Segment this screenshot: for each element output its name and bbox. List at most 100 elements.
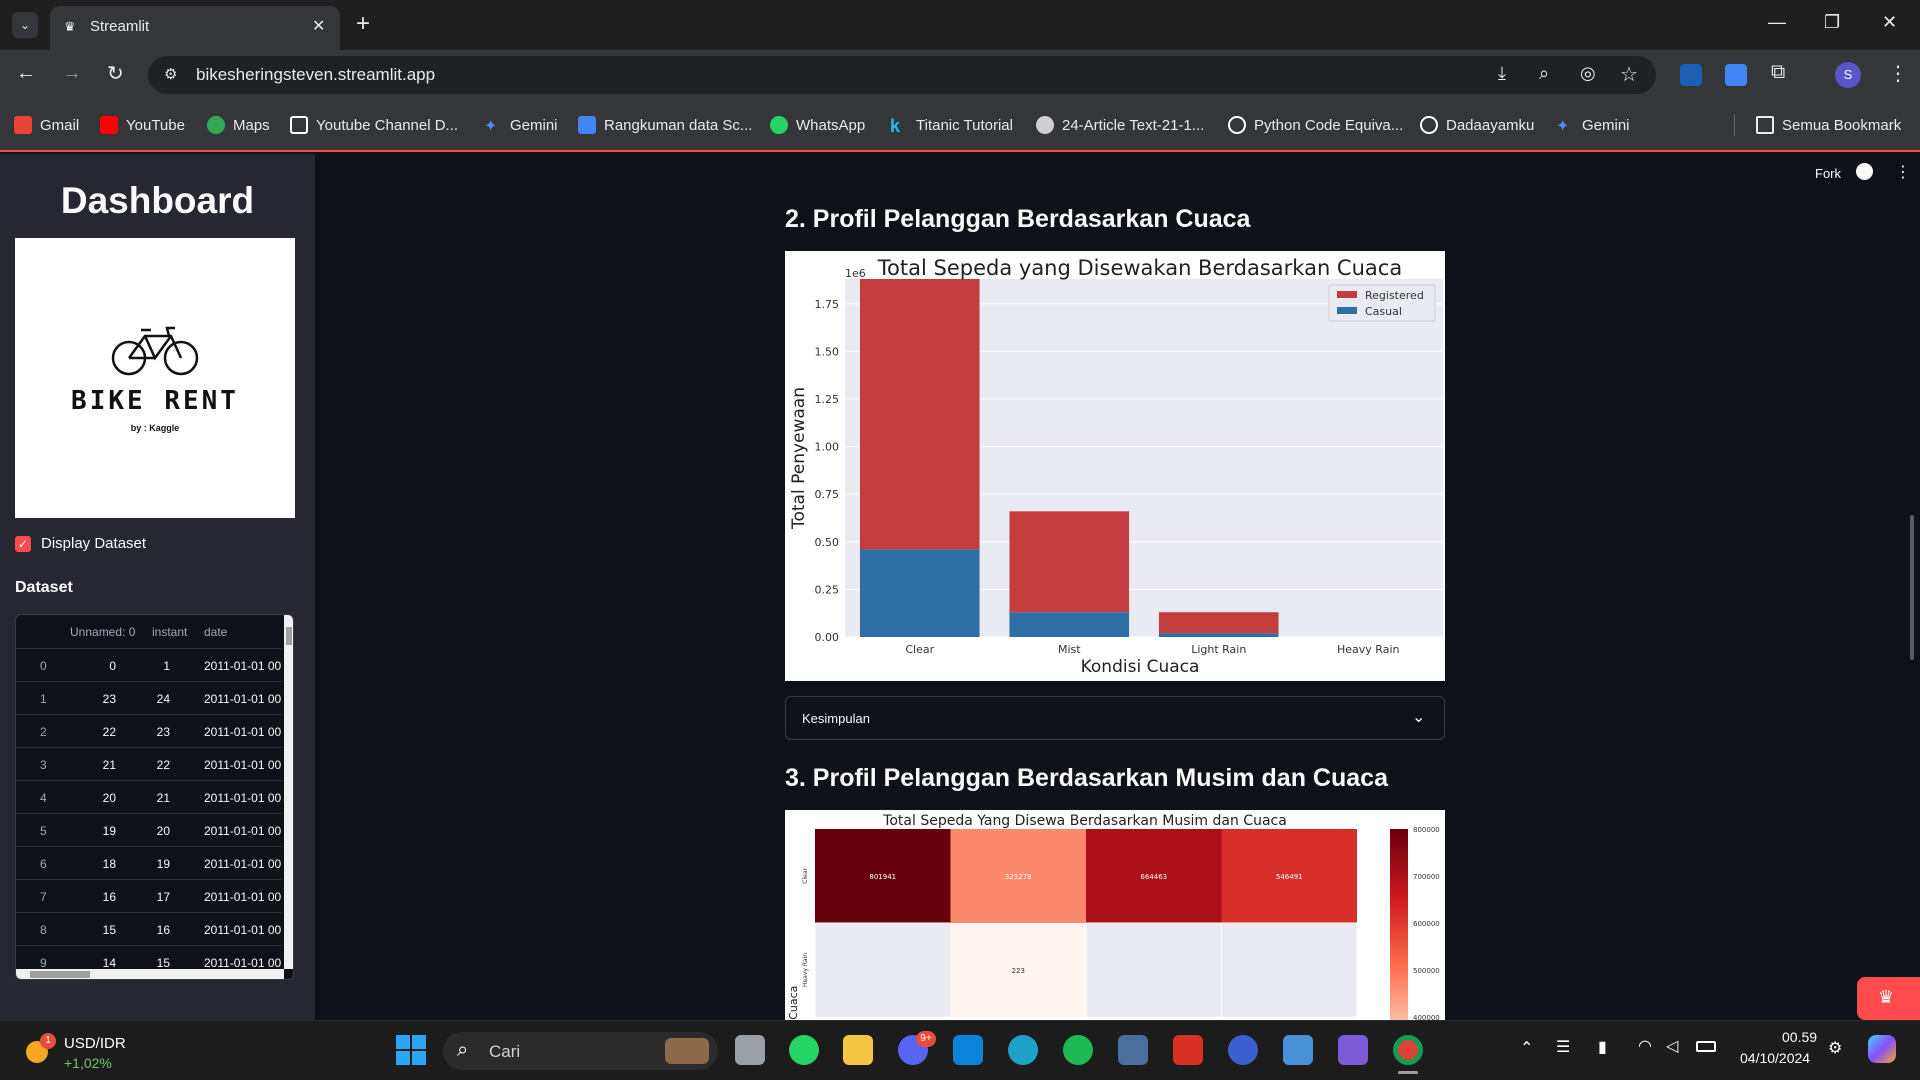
table-row[interactable]: 4 20 21 2011-01-01 00 <box>16 781 282 814</box>
minimize-icon[interactable]: — <box>1768 12 1786 33</box>
battery-icon[interactable] <box>1696 1041 1716 1052</box>
bookmark-rangkuman[interactable]: Rangkuman data Sc... <box>578 114 752 136</box>
weather-bar-chart: 0.00 0.25 0.50 0.75 1.00 1.25 1.50 1.75 Clear Mis… <box>785 251 1445 681</box>
back-icon[interactable]: ← <box>16 62 36 85</box>
streamlit-manage-app-button[interactable]: ♛ <box>1857 977 1920 1020</box>
site-info-icon[interactable]: ⚙ <box>164 65 177 83</box>
extension-icon-1[interactable] <box>1680 64 1702 86</box>
table-row[interactable]: 2 22 23 2011-01-01 00 <box>16 715 282 748</box>
new-tab-button[interactable]: + <box>356 10 370 38</box>
circle-app-icon[interactable] <box>1228 1035 1258 1065</box>
bookmark-python[interactable]: Python Code Equiva... <box>1228 114 1403 136</box>
heatmap-colorbar <box>1390 829 1408 1020</box>
install-app-icon[interactable]: ⤓ <box>1498 63 1506 84</box>
eye-off-icon[interactable]: ◎ <box>1580 63 1596 84</box>
translate-icon[interactable] <box>1725 64 1747 86</box>
url-text[interactable]: bikesheringsteven.streamlit.app <box>196 65 435 85</box>
cell-unnamed: 0 <box>109 659 116 673</box>
github-icon[interactable] <box>1856 163 1873 180</box>
close-tab-icon[interactable]: ✕ <box>312 16 325 36</box>
display-dataset-checkbox[interactable]: ✓ <box>15 536 31 552</box>
table-row[interactable]: 8 15 16 2011-01-01 00 <box>16 913 282 946</box>
profile-avatar[interactable]: S <box>1835 62 1861 88</box>
menu-icon[interactable]: ⋮ <box>1888 61 1908 86</box>
start-button[interactable] <box>396 1035 426 1065</box>
table-row[interactable]: 5 19 20 2011-01-01 00 <box>16 814 282 847</box>
table-row[interactable]: 1 23 24 2011-01-01 00 <box>16 682 282 715</box>
heatmap-row-label: Heavy Rain <box>802 953 809 987</box>
task-view-icon[interactable] <box>735 1035 765 1065</box>
heatmap-title: Total Sepeda Yang Disewa Berdasarkan Mus… <box>882 813 1287 829</box>
colorbar-tick-label: 500000 <box>1413 967 1440 975</box>
vscode-icon[interactable] <box>953 1035 983 1065</box>
expander-label: Kesimpulan <box>802 711 870 726</box>
column-header-date[interactable]: date <box>204 625 227 639</box>
extensions-icon[interactable]: ⧉ <box>1771 61 1785 84</box>
dataset-heading: Dataset <box>15 579 73 596</box>
tab-streamlit[interactable]: ♛ Streamlit ✕ <box>50 6 340 50</box>
all-bookmarks[interactable]: Semua Bookmark <box>1756 114 1901 136</box>
bookmark-maps[interactable]: Maps <box>207 114 270 136</box>
spotify-icon[interactable] <box>1063 1035 1093 1065</box>
clock-date[interactable]: 04/10/2024 <box>1740 1050 1810 1066</box>
reload-icon[interactable]: ↻ <box>107 61 124 86</box>
wps-office-icon[interactable] <box>1173 1035 1203 1065</box>
notepad-icon[interactable] <box>1283 1035 1313 1065</box>
bookmark-whatsapp[interactable]: WhatsApp <box>770 114 865 136</box>
bookmark-gmail[interactable]: Gmail <box>14 114 79 136</box>
horizontal-scrollbar-thumb[interactable] <box>30 971 90 978</box>
vertical-scrollbar[interactable] <box>284 615 293 969</box>
table-row[interactable]: 3 21 22 2011-01-01 00 <box>16 748 282 781</box>
horizontal-scrollbar[interactable] <box>16 969 284 979</box>
forward-icon[interactable]: → <box>62 62 82 85</box>
bookmark-youtube[interactable]: YouTube <box>100 114 185 136</box>
close-window-icon[interactable]: ✕ <box>1882 12 1897 33</box>
column-header-unnamed[interactable]: Unnamed: 0 <box>70 625 135 639</box>
row-index: 2 <box>40 725 47 739</box>
bar-registered <box>1009 511 1130 613</box>
vertical-scrollbar-thumb[interactable] <box>286 627 292 645</box>
mountain-app-icon[interactable] <box>1338 1035 1368 1065</box>
conclusion-expander[interactable]: Kesimpulan ⌄ <box>785 696 1445 740</box>
bookmark-titanic[interactable]: k Titanic Tutorial <box>890 114 1013 136</box>
tray-settings-icon[interactable]: ☰ <box>1556 1037 1570 1057</box>
table-row[interactable]: 6 18 19 2011-01-01 00 <box>16 847 282 880</box>
wifi-icon[interactable]: ◠ <box>1638 1036 1652 1056</box>
address-bar[interactable]: ⚙ bikesheringsteven.streamlit.app ⤓ ⌕ ◎ … <box>148 56 1656 94</box>
clock-time[interactable]: 00.59 <box>1782 1029 1817 1045</box>
column-header-instant[interactable]: instant <box>152 625 187 639</box>
file-explorer-icon[interactable] <box>843 1035 873 1065</box>
display-dataset-label[interactable]: Display Dataset <box>41 535 146 552</box>
dataset-table[interactable]: Unnamed: 0 instant date 0 0 1 2011-01-01 00… <box>15 614 294 980</box>
main-menu-icon[interactable]: ⋮ <box>1895 162 1911 182</box>
table-row[interactable]: 0 0 1 2011-01-01 00 <box>16 649 282 682</box>
heatmap-cell-value: 546491 <box>1276 873 1303 881</box>
notion-icon <box>290 116 308 134</box>
calculator-icon[interactable] <box>1118 1035 1148 1065</box>
tray-chart-icon[interactable]: ▮ <box>1598 1037 1607 1057</box>
cell-instant: 17 <box>156 890 170 904</box>
bookmark-gemini-2[interactable]: ✦ Gemini <box>1556 114 1630 136</box>
tray-chevron-icon[interactable]: ⌃ <box>1520 1038 1533 1058</box>
weather-widget[interactable]: 1 USD/IDR +1,02% <box>22 1033 142 1073</box>
volume-icon[interactable]: ◁ <box>1666 1036 1678 1056</box>
bookmark-youtube-channel[interactable]: Youtube Channel D... <box>290 114 458 136</box>
copilot-icon[interactable] <box>1868 1035 1896 1063</box>
bookmark-article[interactable]: 24-Article Text-21-1... <box>1036 114 1204 136</box>
tab-search-button[interactable]: ⌄ <box>12 12 38 38</box>
table-row[interactable]: 7 16 17 2011-01-01 00 <box>16 880 282 913</box>
chrome-taskbar-icon[interactable] <box>1393 1035 1423 1065</box>
whatsapp-taskbar-icon[interactable] <box>789 1035 819 1065</box>
edge-icon[interactable] <box>1008 1035 1038 1065</box>
bookmark-dadaayamku[interactable]: Dadaayamku <box>1420 114 1534 136</box>
header-fork-link[interactable]: Fork <box>1815 166 1841 181</box>
page-scrollbar-thumb[interactable] <box>1910 515 1914 660</box>
heatmap-cell-value: 801941 <box>869 873 896 881</box>
notification-icon[interactable]: ⚙ <box>1828 1038 1842 1058</box>
restore-icon[interactable]: ❐ <box>1824 12 1840 33</box>
zoom-icon[interactable]: ⌕ <box>1539 63 1549 84</box>
taskbar-search[interactable]: ⌕ Cari <box>443 1032 718 1070</box>
star-icon[interactable]: ☆ <box>1620 62 1638 87</box>
bookmark-gemini-1[interactable]: ✦ Gemini <box>484 114 558 136</box>
youtube-icon <box>100 116 118 134</box>
